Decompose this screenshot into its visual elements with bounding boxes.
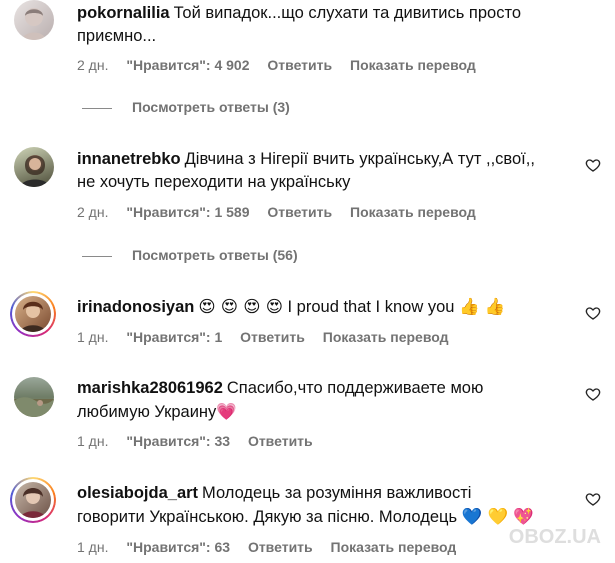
username[interactable]: irinadonosiyan	[77, 298, 194, 316]
comment-meta: 1 дн. "Нравится": 1 Ответить Показать пе…	[77, 329, 463, 345]
translate-button[interactable]: Показать перевод	[350, 204, 476, 220]
thumbs-up-emoji: 👍 👍	[459, 297, 506, 316]
comment-text: irinadonosiyan 😍 😍 😍 😍 I proud that I kno…	[77, 297, 506, 316]
pink-heart-emoji: 💗	[216, 402, 237, 421]
username[interactable]: marishka28061962	[77, 379, 223, 397]
heart-outline-icon[interactable]	[585, 157, 601, 173]
comment-text: olesiabojda_art Молодець за розуміння важ…	[77, 484, 534, 526]
reply-button[interactable]: Ответить	[248, 539, 313, 555]
view-replies-button[interactable]: Посмотреть ответы (3)	[82, 99, 290, 115]
likes-count[interactable]: "Нравится": 1	[126, 329, 222, 345]
heart-eyes-emoji: 😍 😍 😍 😍	[198, 297, 283, 316]
translate-button[interactable]: Показать перевод	[323, 329, 449, 345]
likes-count[interactable]: "Нравится": 4 902	[126, 57, 249, 73]
timestamp: 2 дн.	[77, 57, 109, 73]
avatar[interactable]	[14, 0, 54, 40]
comment-meta: 2 дн. "Нравится": 4 902 Ответить Показат…	[77, 57, 490, 73]
likes-count[interactable]: "Нравится": 33	[126, 433, 230, 449]
avatar[interactable]	[10, 477, 56, 523]
hearts-emoji: 💙 💛 💖	[461, 507, 534, 526]
translate-button[interactable]: Показать перевод	[350, 57, 476, 73]
timestamp: 2 дн.	[77, 204, 109, 220]
reply-button[interactable]: Ответить	[240, 329, 305, 345]
replies-divider	[82, 255, 112, 257]
reply-button[interactable]: Ответить	[267, 204, 332, 220]
replies-divider	[82, 107, 112, 109]
timestamp: 1 дн.	[77, 329, 109, 345]
view-replies-button[interactable]: Посмотреть ответы (56)	[82, 247, 298, 263]
comment-meta: 1 дн. "Нравится": 63 Ответить Показать п…	[77, 539, 470, 555]
heart-outline-icon[interactable]	[585, 386, 601, 402]
timestamp: 1 дн.	[77, 433, 109, 449]
watermark-logo: OBOZ.UA	[508, 526, 601, 548]
heart-outline-icon[interactable]	[585, 305, 601, 321]
avatar[interactable]	[10, 291, 56, 337]
avatar[interactable]	[14, 147, 54, 187]
translate-button[interactable]: Показать перевод	[331, 539, 457, 555]
username[interactable]: innanetrebko	[77, 150, 181, 168]
comment-meta: 1 дн. "Нравится": 33 Ответить	[77, 433, 327, 449]
username[interactable]: olesiabojda_art	[77, 484, 198, 502]
comment-text: pokornalilia Той випадок...що слухати та …	[77, 4, 522, 45]
reply-button[interactable]: Ответить	[248, 433, 313, 449]
timestamp: 1 дн.	[77, 539, 109, 555]
avatar[interactable]	[14, 377, 54, 417]
comment-text: marishka28061962 Спасибо,что поддерживает…	[77, 379, 484, 421]
comment-text: innanetrebko Дівчина з Нігерії вчить укра…	[77, 150, 535, 191]
comment-meta: 2 дн. "Нравится": 1 589 Ответить Показат…	[77, 204, 490, 220]
likes-count[interactable]: "Нравится": 63	[126, 539, 230, 555]
reply-button[interactable]: Ответить	[267, 57, 332, 73]
likes-count[interactable]: "Нравится": 1 589	[126, 204, 249, 220]
username[interactable]: pokornalilia	[77, 4, 170, 22]
heart-outline-icon[interactable]	[585, 491, 601, 507]
